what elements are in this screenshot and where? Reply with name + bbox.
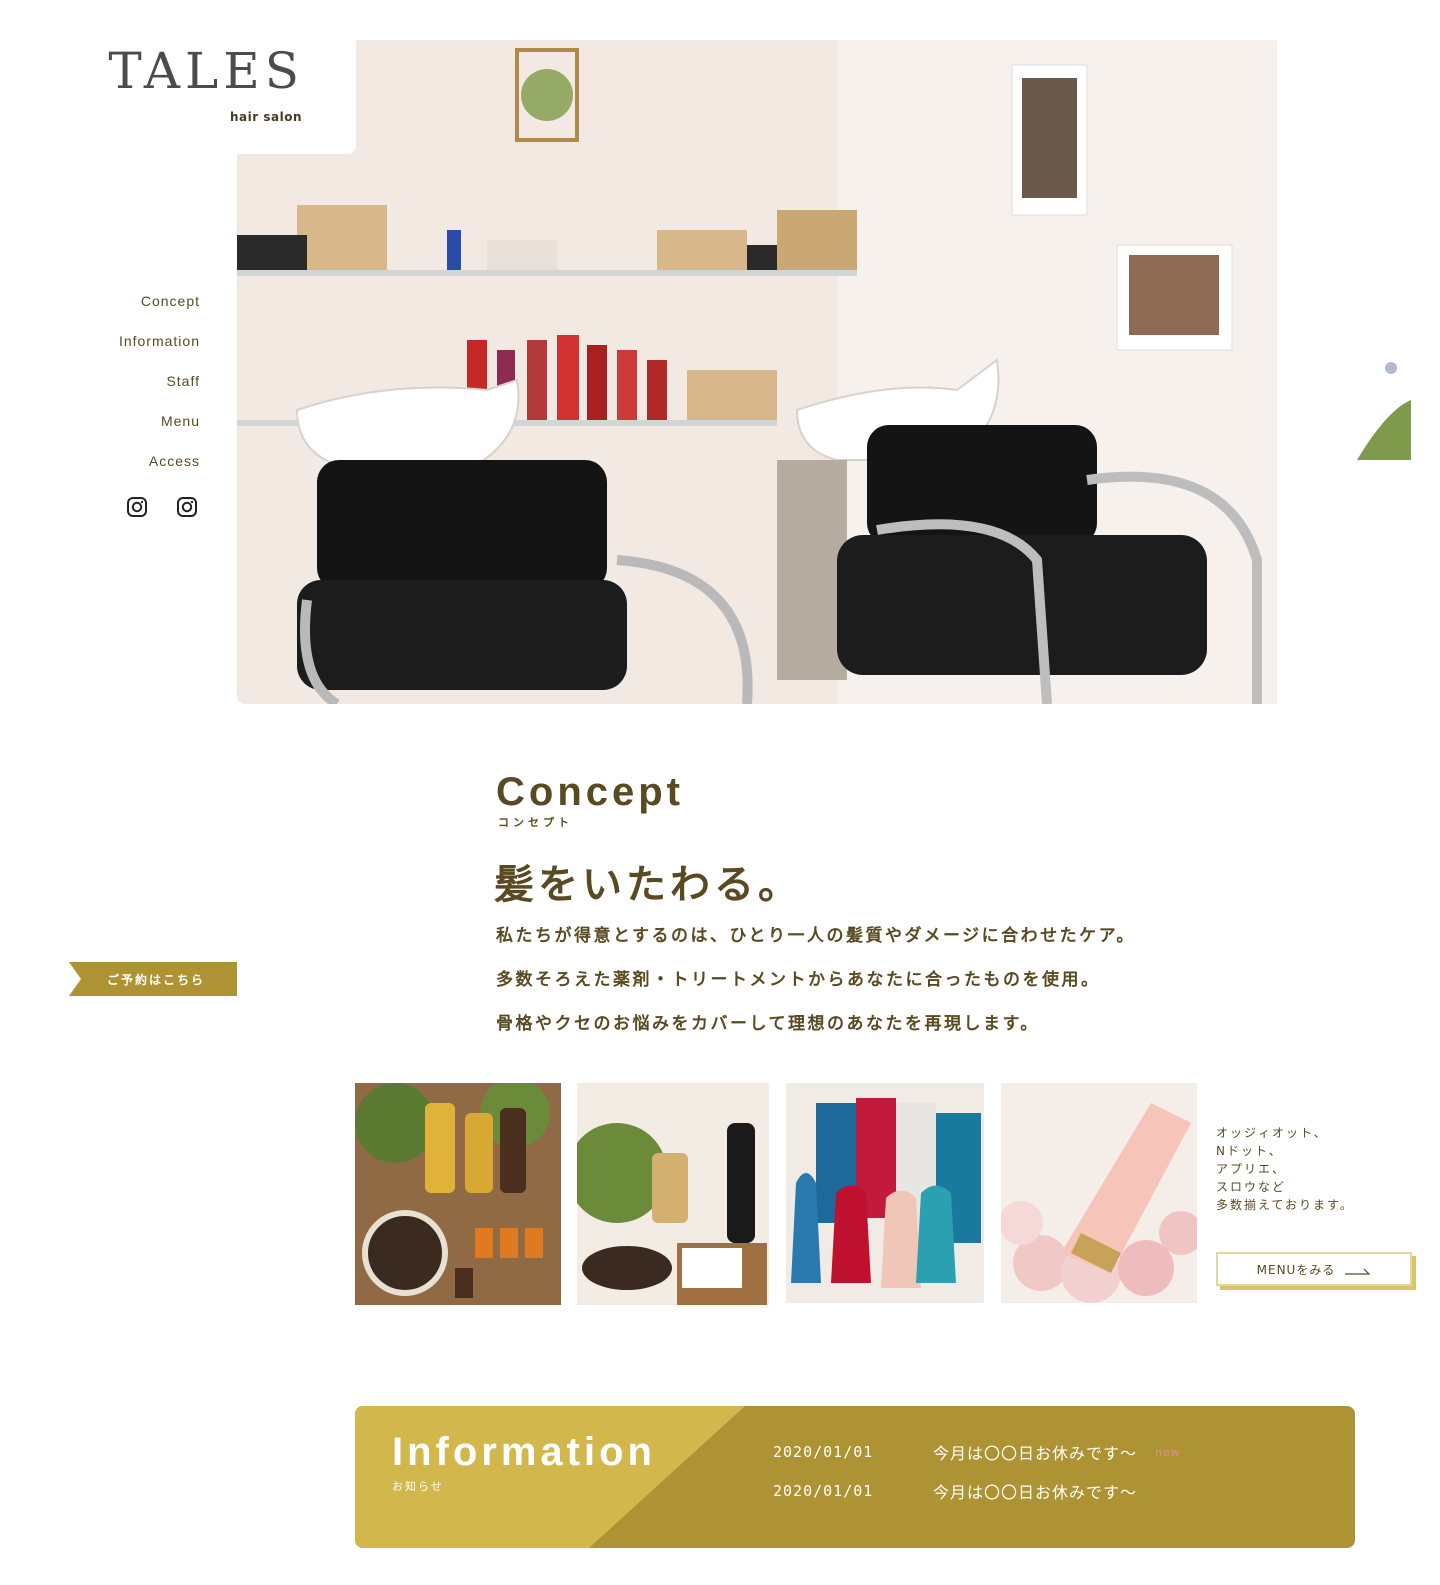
nav-item-information[interactable]: Information bbox=[0, 332, 200, 372]
menu-button-label: MENUをみる bbox=[1256, 1262, 1336, 1277]
slider-dots bbox=[1385, 362, 1397, 410]
product-photo-4 bbox=[1001, 1083, 1197, 1303]
instagram-icon[interactable] bbox=[126, 496, 148, 518]
news-date: 2020/01/01 bbox=[773, 1482, 874, 1500]
logo[interactable]: TALES hair salon bbox=[0, 40, 356, 154]
news-item[interactable]: 2020/01/01 今月は〇〇日お休みです〜 new bbox=[773, 1440, 1181, 1464]
products-note-line: オッジィオット、 bbox=[1216, 1126, 1328, 1140]
concept-text: 私たちが得意とするのは、ひとり一人の髪質やダメージに合わせたケア。 多数そろえた… bbox=[496, 925, 1256, 1057]
instagram-icon[interactable] bbox=[176, 496, 198, 518]
nav-item-concept[interactable]: Concept bbox=[0, 292, 200, 332]
products-note-line: スロウなど bbox=[1216, 1180, 1287, 1194]
arrow-right-icon bbox=[1345, 1265, 1371, 1275]
main-nav: Concept Information Staff Menu Access bbox=[0, 292, 200, 492]
information-section: Information お知らせ 2020/01/01 今月は〇〇日お休みです〜… bbox=[355, 1406, 1355, 1548]
information-accent bbox=[355, 1406, 745, 1548]
nav-item-menu[interactable]: Menu bbox=[0, 412, 200, 452]
products-note-line: 多数揃えております。 bbox=[1216, 1198, 1354, 1212]
news-text: 今月は〇〇日お休みです〜 bbox=[933, 1483, 1138, 1502]
concept-heading: Concept bbox=[496, 770, 684, 814]
product-photo-1 bbox=[355, 1083, 561, 1305]
concept-lead: 髪をいたわる。 bbox=[494, 862, 802, 908]
concept-paragraph: 多数そろえた薬剤・トリートメントからあなたに合ったものを使用。 bbox=[496, 970, 1101, 990]
hero-image bbox=[237, 40, 1411, 704]
logo-subtitle: hair salon bbox=[230, 110, 302, 124]
reserve-button[interactable]: ご予約はこちら bbox=[69, 962, 237, 996]
social-links bbox=[126, 496, 198, 518]
logo-title: TALES bbox=[108, 42, 304, 100]
concept-paragraph: 骨格やクセのお悩みをカバーして理想のあなたを再現します。 bbox=[496, 1014, 1040, 1034]
slider-dot[interactable] bbox=[1385, 380, 1397, 392]
product-photo-3 bbox=[786, 1083, 984, 1303]
slider-dot[interactable] bbox=[1385, 398, 1397, 410]
hero-slider bbox=[237, 40, 1411, 704]
nav-item-staff[interactable]: Staff bbox=[0, 372, 200, 412]
products-note-line: アプリエ、 bbox=[1216, 1162, 1287, 1176]
slider-dot[interactable] bbox=[1385, 362, 1397, 374]
nav-item-access[interactable]: Access bbox=[0, 452, 200, 492]
product-photo-2 bbox=[577, 1083, 769, 1305]
news-item[interactable]: 2020/01/01 今月は〇〇日お休みです〜 bbox=[773, 1479, 1137, 1503]
information-heading: Information bbox=[392, 1430, 656, 1474]
news-date: 2020/01/01 bbox=[773, 1443, 874, 1461]
information-kana: お知らせ bbox=[392, 1480, 444, 1493]
concept-kana: コンセプト bbox=[498, 816, 573, 829]
news-text: 今月は〇〇日お休みです〜 bbox=[933, 1444, 1138, 1463]
menu-button[interactable]: MENUをみる bbox=[1216, 1252, 1412, 1286]
new-badge: new bbox=[1155, 1445, 1181, 1459]
products-note: オッジィオット、 Nドット、 アプリエ、 スロウなど 多数揃えております。 bbox=[1216, 1124, 1354, 1214]
concept-paragraph: 私たちが得意とするのは、ひとり一人の髪質やダメージに合わせたケア。 bbox=[496, 926, 1136, 946]
products-note-line: Nドット、 bbox=[1216, 1144, 1283, 1158]
